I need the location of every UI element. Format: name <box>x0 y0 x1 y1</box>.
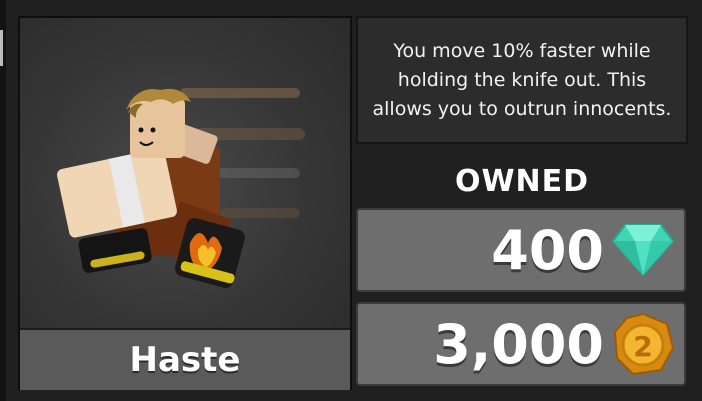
item-description: You move 10% faster while holding the kn… <box>356 16 688 144</box>
item-card[interactable]: Haste <box>18 16 352 390</box>
shop-item-panel: Haste You move 10% faster while holding … <box>0 0 702 401</box>
gem-price-value: 400 <box>491 218 604 282</box>
item-preview-image <box>20 18 350 328</box>
gem-icon <box>610 217 676 283</box>
coin-icon: 2 <box>610 311 676 377</box>
scroll-indicator[interactable] <box>0 30 3 66</box>
coin-price-value: 3,000 <box>433 312 604 376</box>
running-character-icon <box>57 88 305 288</box>
svg-text:2: 2 <box>633 330 652 363</box>
gem-price-button[interactable]: 400 <box>356 208 686 292</box>
coin-price-button[interactable]: 3,000 2 <box>356 302 686 386</box>
owned-status-label: OWNED <box>454 164 590 199</box>
item-name-label: Haste <box>20 328 350 390</box>
